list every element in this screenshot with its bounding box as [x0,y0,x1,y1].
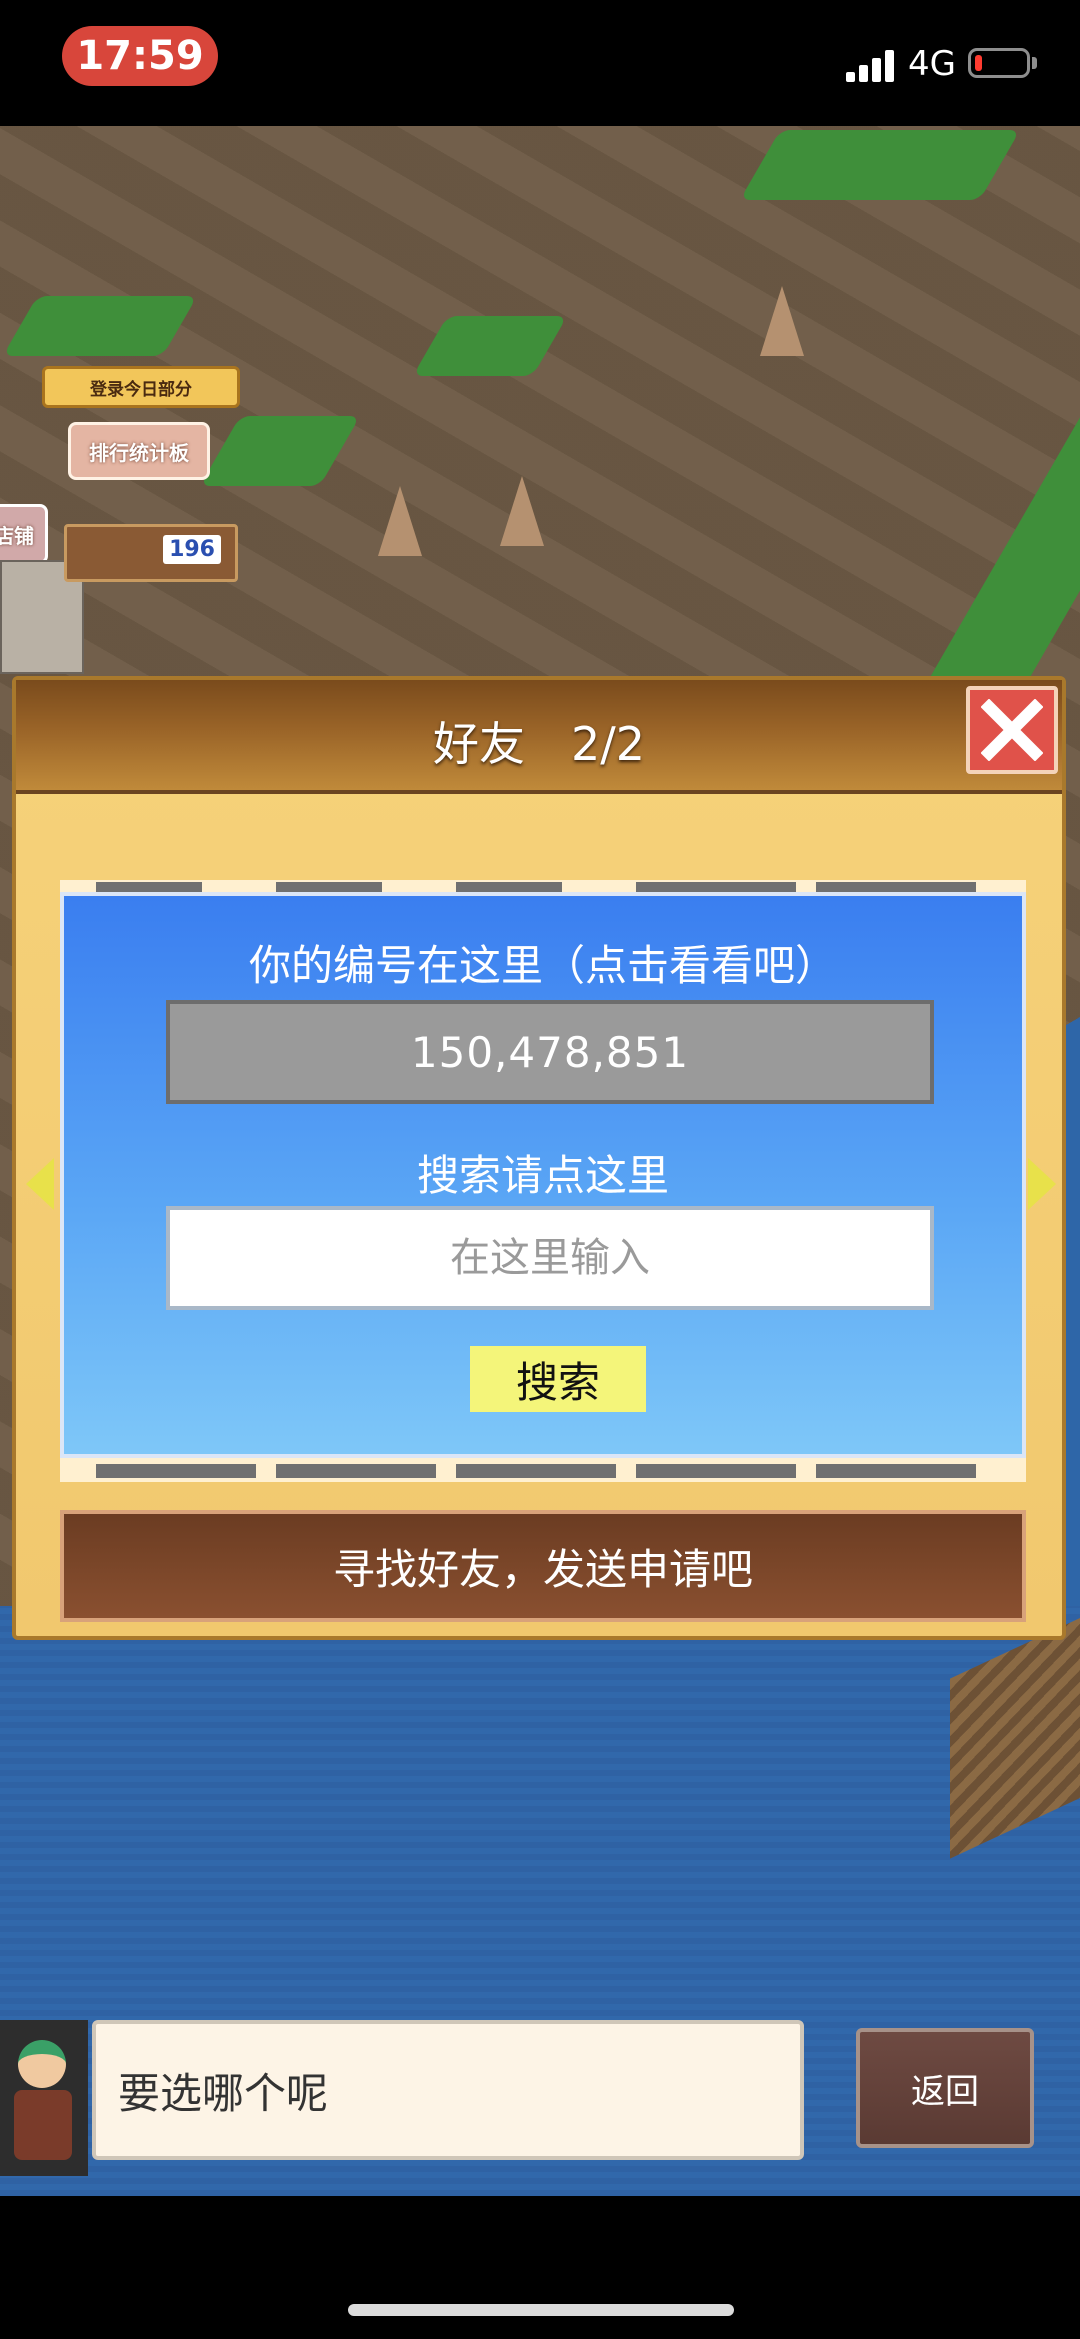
network-type: 4G [908,44,956,84]
id-label: 你的编号在这里（点击看看吧） [248,941,837,990]
character-avatar [0,2020,88,2176]
search-input[interactable] [166,1206,934,1310]
search-button[interactable]: 搜索 [470,1346,646,1412]
home-bar-area [0,2196,1080,2339]
friend-search-panel: 你的编号在这里（点击看看吧） 150,478,851 搜索请点这里 搜索 [60,892,1026,1458]
status-time: 17:59 [62,26,218,86]
cellular-signal-icon [846,48,898,82]
avatar-body [14,2090,72,2160]
close-icon [981,699,1043,761]
counter-sign[interactable]: 196 [64,524,238,582]
close-button[interactable] [966,686,1058,774]
battery-icon [968,48,1030,78]
page-tab [96,1464,256,1478]
page-tab [276,1464,436,1478]
battery-cap [1032,57,1037,69]
page-tab [816,1464,976,1478]
page-indicator-bottom [60,1458,1026,1482]
player-id-box[interactable]: 150,478,851 [166,1000,934,1104]
login-bonus-sign[interactable]: 登录今日部分 [42,366,240,408]
dialog-title: 好友 2/2 [432,717,646,771]
find-friends-button[interactable]: 寻找好友，发送申请吧 [60,1510,1026,1622]
message-text: 要选哪个呢 [118,2068,329,2118]
bottom-bar: 要选哪个呢 返回 [0,2020,1080,2196]
ranking-board-sign[interactable]: 排行统计板 [68,422,210,480]
rock-spire [500,476,544,546]
avatar-head [18,2040,66,2088]
next-page-arrow-icon[interactable] [1028,1158,1056,1210]
page-tab [96,882,202,892]
message-bubble: 要选哪个呢 [92,2020,804,2160]
prev-page-arrow-icon[interactable] [26,1158,54,1210]
back-button[interactable]: 返回 [856,2028,1034,2148]
status-bar: 17:59 4G [0,0,1080,126]
page-tab [276,882,382,892]
grass-patch [739,130,1021,200]
dialog-header: 好友 2/2 [16,680,1062,794]
page-tab [636,1464,796,1478]
page-tab [636,882,796,892]
home-indicator[interactable] [348,2304,734,2316]
page-tab [456,882,562,892]
battery-level-fill [975,55,982,71]
rock-spire [378,486,422,556]
counter-value: 196 [163,535,221,564]
page-tab [816,882,976,892]
rock-spire [760,286,804,356]
page-tab [456,1464,616,1478]
shop-sign[interactable]: 店铺 [0,504,48,564]
friends-dialog: 好友 2/2 你的编号在这里（点击看看吧） 150,478,851 搜索请点这里… [12,676,1066,1640]
search-label: 搜索请点这里 [416,1151,669,1200]
